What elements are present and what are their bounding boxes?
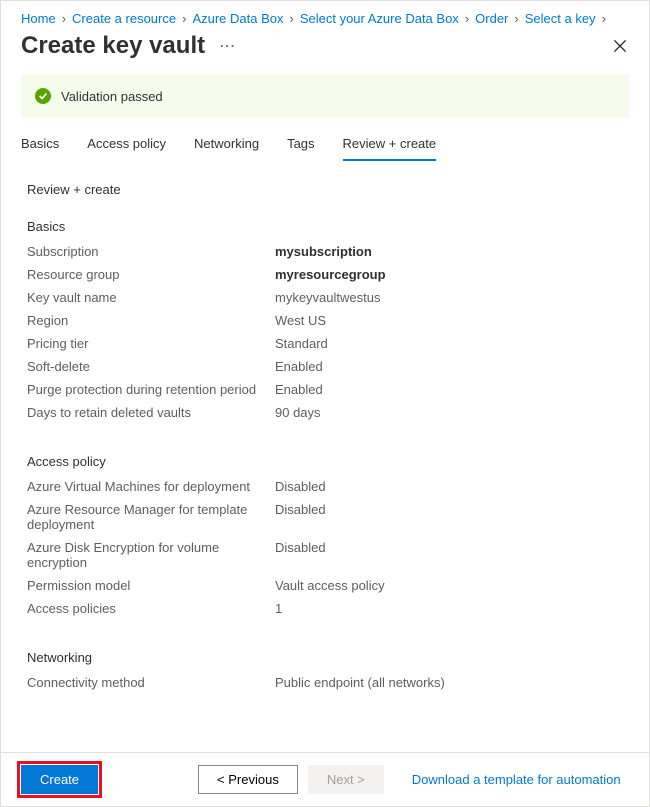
label-access-policies: Access policies <box>27 601 275 616</box>
label-key-vault-name: Key vault name <box>27 290 275 305</box>
tab-tags[interactable]: Tags <box>287 136 314 161</box>
row-permission-model: Permission modelVault access policy <box>27 578 623 593</box>
create-button[interactable]: Create <box>21 765 98 794</box>
chevron-right-icon: › <box>62 11 66 26</box>
group-heading-basics: Basics <box>27 219 623 234</box>
label-disk-encryption: Azure Disk Encryption for volume encrypt… <box>27 540 275 570</box>
value-access-policies: 1 <box>275 601 282 616</box>
check-circle-icon <box>35 88 51 104</box>
value-arm-template: Disabled <box>275 502 326 517</box>
row-arm-template: Azure Resource Manager for template depl… <box>27 502 623 532</box>
group-heading-networking: Networking <box>27 650 623 665</box>
previous-button[interactable]: < Previous <box>198 765 298 794</box>
label-avm-deployment: Azure Virtual Machines for deployment <box>27 479 275 494</box>
chevron-right-icon: › <box>289 11 293 26</box>
page-title: Create key vault <box>21 32 205 60</box>
row-avm-deployment: Azure Virtual Machines for deploymentDis… <box>27 479 623 494</box>
label-connectivity: Connectivity method <box>27 675 275 690</box>
tab-basics[interactable]: Basics <box>21 136 59 161</box>
value-region: West US <box>275 313 326 328</box>
value-soft-delete: Enabled <box>275 359 323 374</box>
row-key-vault-name: Key vault namemykeyvaultwestus <box>27 290 623 305</box>
download-template-link[interactable]: Download a template for automation <box>412 772 621 787</box>
breadcrumb-item-select-key[interactable]: Select a key <box>525 11 596 26</box>
validation-message: Validation passed <box>61 89 163 104</box>
chevron-right-icon: › <box>602 11 606 26</box>
label-region: Region <box>27 313 275 328</box>
value-subscription: mysubscription <box>275 244 372 259</box>
breadcrumb-item-create-resource[interactable]: Create a resource <box>72 11 176 26</box>
row-subscription: Subscriptionmysubscription <box>27 244 623 259</box>
breadcrumb-item-home[interactable]: Home <box>21 11 56 26</box>
value-avm-deployment: Disabled <box>275 479 326 494</box>
chevron-right-icon: › <box>465 11 469 26</box>
row-disk-encryption: Azure Disk Encryption for volume encrypt… <box>27 540 623 570</box>
label-retention-days: Days to retain deleted vaults <box>27 405 275 420</box>
label-soft-delete: Soft-delete <box>27 359 275 374</box>
tab-access-policy[interactable]: Access policy <box>87 136 166 161</box>
group-heading-access-policy: Access policy <box>27 454 623 469</box>
label-subscription: Subscription <box>27 244 275 259</box>
chevron-right-icon: › <box>514 11 518 26</box>
row-access-policies: Access policies1 <box>27 601 623 616</box>
breadcrumb: Home › Create a resource › Azure Data Bo… <box>1 1 649 30</box>
breadcrumb-item-select-data-box[interactable]: Select your Azure Data Box <box>300 11 459 26</box>
chevron-right-icon: › <box>182 11 186 26</box>
footer: Create < Previous Next > Download a temp… <box>1 752 649 806</box>
value-disk-encryption: Disabled <box>275 540 326 555</box>
row-pricing-tier: Pricing tierStandard <box>27 336 623 351</box>
next-button: Next > <box>308 765 384 794</box>
breadcrumb-item-order[interactable]: Order <box>475 11 508 26</box>
value-pricing-tier: Standard <box>275 336 328 351</box>
row-region: RegionWest US <box>27 313 623 328</box>
value-purge-protection: Enabled <box>275 382 323 397</box>
label-permission-model: Permission model <box>27 578 275 593</box>
label-pricing-tier: Pricing tier <box>27 336 275 351</box>
page-header: Create key vault ⋯ <box>1 30 649 74</box>
tabs: Basics Access policy Networking Tags Rev… <box>1 124 649 162</box>
label-arm-template: Azure Resource Manager for template depl… <box>27 502 275 532</box>
value-key-vault-name: mykeyvaultwestus <box>275 290 380 305</box>
row-resource-group: Resource groupmyresourcegroup <box>27 267 623 282</box>
tab-review-create[interactable]: Review + create <box>343 136 437 161</box>
row-retention-days: Days to retain deleted vaults90 days <box>27 405 623 420</box>
value-resource-group: myresourcegroup <box>275 267 386 282</box>
value-connectivity: Public endpoint (all networks) <box>275 675 445 690</box>
content-area: Review + create Basics Subscriptionmysub… <box>1 162 649 722</box>
breadcrumb-item-azure-data-box[interactable]: Azure Data Box <box>192 11 283 26</box>
value-permission-model: Vault access policy <box>275 578 385 593</box>
close-icon[interactable] <box>611 37 629 55</box>
row-soft-delete: Soft-deleteEnabled <box>27 359 623 374</box>
section-heading: Review + create <box>27 182 623 197</box>
validation-banner: Validation passed <box>21 74 629 118</box>
value-retention-days: 90 days <box>275 405 321 420</box>
label-purge-protection: Purge protection during retention period <box>27 382 275 397</box>
row-connectivity: Connectivity methodPublic endpoint (all … <box>27 675 623 690</box>
row-purge-protection: Purge protection during retention period… <box>27 382 623 397</box>
label-resource-group: Resource group <box>27 267 275 282</box>
tab-networking[interactable]: Networking <box>194 136 259 161</box>
more-actions-icon[interactable]: ⋯ <box>219 36 235 56</box>
